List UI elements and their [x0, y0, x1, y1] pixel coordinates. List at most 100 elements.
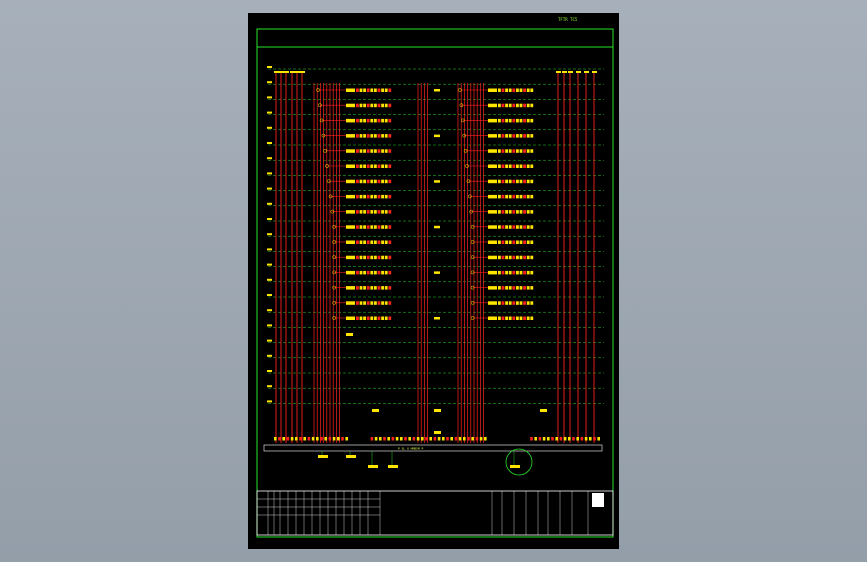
- right-bus-head: [584, 71, 589, 73]
- terminal-cell: [516, 103, 519, 108]
- device-block: [346, 240, 355, 244]
- terminal-cell: [381, 164, 384, 168]
- bottom-terminal: [337, 437, 340, 441]
- terminal-cell: [501, 149, 505, 153]
- terminal-cell: [501, 118, 505, 123]
- device-block: [346, 103, 355, 108]
- terminal-cell: [388, 255, 392, 260]
- terminal-cell: [384, 149, 388, 153]
- terminal-cell: [370, 194, 374, 199]
- terminal-cell: [530, 134, 534, 138]
- terminal-cell: [366, 316, 370, 320]
- terminal-cell: [505, 270, 508, 275]
- device-block: [488, 179, 497, 184]
- terminal-cell: [512, 179, 516, 184]
- row-marker: [267, 309, 272, 312]
- wiring-diagram: TFTR TC5 P SL U HMB5M P: [256, 17, 614, 538]
- terminal-cell: [381, 255, 384, 260]
- device-block: [488, 210, 497, 214]
- terminal-cell: [516, 255, 519, 260]
- terminal-cell: [505, 286, 508, 290]
- device-block: [488, 149, 497, 153]
- terminal-cell: [519, 103, 523, 108]
- terminal-cell: [366, 179, 370, 184]
- bottom-terminal: [295, 437, 298, 441]
- bottom-terminal: [421, 437, 424, 441]
- terminal-cell: [501, 164, 505, 168]
- terminal-cell: [363, 240, 366, 244]
- bottom-terminal: [282, 437, 285, 441]
- terminal-cell: [505, 88, 508, 92]
- row-marker: [267, 354, 272, 357]
- terminal-cell: [512, 301, 516, 305]
- terminal-cell: [508, 149, 512, 153]
- terminal-cell: [356, 149, 359, 153]
- cad-viewport[interactable]: TFTR TC5 P SL U HMB5M P: [0, 0, 867, 562]
- terminal-cell: [505, 255, 508, 260]
- bottom-terminal: [387, 437, 390, 441]
- terminal-cell: [530, 118, 534, 123]
- left-bus-head: [274, 71, 279, 73]
- terminal-cell: [505, 225, 508, 229]
- terminal-cell: [530, 255, 534, 260]
- bottom-terminal: [446, 437, 449, 441]
- terminal-cell: [381, 149, 384, 153]
- terminal-cell: [363, 225, 366, 229]
- terminal-cell: [381, 270, 384, 275]
- row-marker: [267, 278, 272, 281]
- device-block: [488, 194, 497, 199]
- bottom-terminal: [589, 437, 592, 441]
- terminal-cell: [363, 301, 366, 305]
- left-bus-head: [295, 71, 300, 73]
- bottom-terminal: [383, 437, 386, 441]
- bottom-terminal: [345, 437, 348, 441]
- bottom-terminal: [274, 437, 277, 441]
- terminal-cell: [377, 149, 381, 153]
- row-marker: [267, 339, 272, 342]
- terminal-cell: [377, 164, 381, 168]
- terminal-cell: [370, 255, 374, 260]
- terminal-cell: [508, 118, 512, 123]
- device-block: [488, 316, 497, 320]
- terminal-cell: [523, 134, 526, 138]
- terminal-cell: [363, 255, 366, 260]
- bottom-terminal: [324, 437, 327, 441]
- bottom-terminal: [593, 437, 596, 441]
- terminal-cell: [381, 225, 384, 229]
- bottom-terminal: [303, 437, 306, 441]
- bottom-terminal: [437, 437, 441, 441]
- terminal-cell: [508, 270, 512, 275]
- terminal-cell: [498, 240, 501, 244]
- terminal-cell: [523, 225, 526, 229]
- header-label: TFTR TC5: [558, 17, 578, 22]
- relay-tag: [434, 89, 440, 92]
- left-bus-head: [284, 71, 289, 73]
- terminal-cell: [508, 194, 512, 199]
- terminal-cell: [501, 194, 505, 199]
- terminal-cell: [519, 164, 523, 168]
- terminal-cell: [526, 316, 530, 320]
- terminal-cell: [384, 225, 388, 229]
- relay-tag: [434, 409, 441, 412]
- terminal-cell: [519, 316, 523, 320]
- bottom-terminal: [458, 437, 462, 441]
- terminal-cell: [377, 134, 381, 138]
- terminal-cell: [384, 301, 388, 305]
- relay-tag: [540, 409, 547, 412]
- terminal-cell: [359, 316, 363, 320]
- terminal-cell: [516, 210, 519, 214]
- bottom-terminal: [412, 437, 416, 441]
- relay-tag: [434, 317, 440, 320]
- terminal-cell: [512, 164, 516, 168]
- device-block: [488, 225, 497, 229]
- bottom-terminal: [400, 437, 403, 441]
- bottom-terminal: [475, 437, 479, 441]
- terminal-cell: [356, 88, 359, 92]
- terminal-cell: [530, 149, 534, 153]
- device-block: [488, 286, 497, 290]
- terminal-cell: [519, 286, 523, 290]
- terminal-cell: [384, 240, 388, 244]
- terminal-cell: [374, 270, 377, 275]
- terminal-cell: [374, 255, 377, 260]
- terminal-cell: [508, 210, 512, 214]
